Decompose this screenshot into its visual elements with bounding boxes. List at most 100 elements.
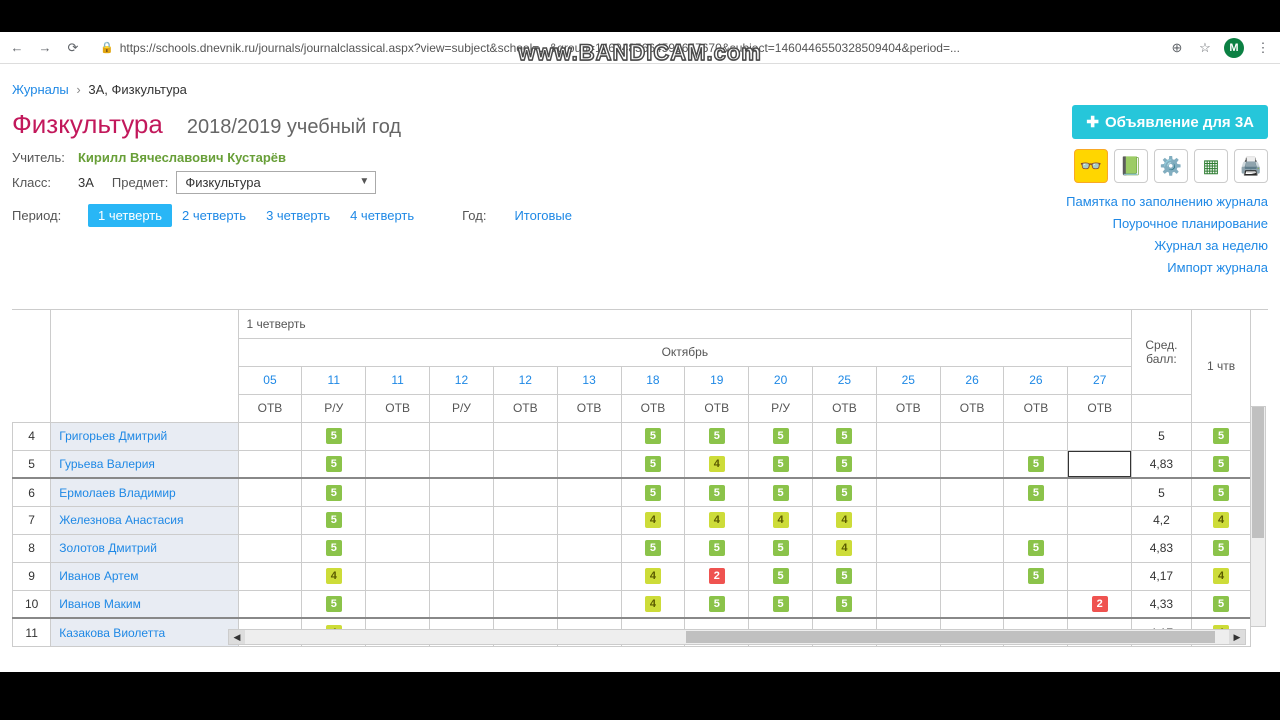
vertical-scrollbar[interactable] xyxy=(1250,406,1266,627)
date-header[interactable]: 26 xyxy=(940,366,1004,394)
final-cell[interactable]: 4 xyxy=(1191,562,1251,590)
zoom-icon[interactable]: ⊕ xyxy=(1168,39,1186,57)
horizontal-scrollbar[interactable]: ◀ ▶ xyxy=(228,629,1246,645)
grade-cell[interactable] xyxy=(366,590,430,618)
date-header[interactable]: 27 xyxy=(1068,366,1132,394)
grade-cell[interactable]: 4 xyxy=(621,562,685,590)
grade-cell[interactable]: 5 xyxy=(749,422,813,450)
gears-icon[interactable]: ⚙️ xyxy=(1154,149,1188,183)
final-cell[interactable]: 5 xyxy=(1191,478,1251,506)
grade-cell[interactable] xyxy=(940,422,1004,450)
grade-cell[interactable]: 2 xyxy=(685,562,749,590)
date-header[interactable]: 26 xyxy=(1004,366,1068,394)
grade-cell[interactable]: 4 xyxy=(621,506,685,534)
help-link-0[interactable]: Памятка по заполнению журнала xyxy=(1066,191,1268,213)
grade-cell[interactable]: 5 xyxy=(302,506,366,534)
student-name[interactable]: Гурьева Валерия xyxy=(51,450,238,478)
period-tab-1[interactable]: 1 четверть xyxy=(88,204,172,227)
grade-cell[interactable]: 5 xyxy=(749,478,813,506)
grade-cell[interactable] xyxy=(1004,590,1068,618)
announcement-button[interactable]: ✚ Объявление для 3А xyxy=(1072,105,1268,139)
grade-cell[interactable]: 5 xyxy=(813,562,877,590)
grade-cell[interactable] xyxy=(876,590,940,618)
grade-cell[interactable]: 5 xyxy=(749,562,813,590)
grade-cell[interactable] xyxy=(1068,450,1132,478)
date-header[interactable]: 19 xyxy=(685,366,749,394)
menu-icon[interactable]: ⋮ xyxy=(1254,39,1272,57)
grade-cell[interactable]: 5 xyxy=(302,534,366,562)
grade-cell[interactable]: 5 xyxy=(621,478,685,506)
grade-cell[interactable] xyxy=(876,506,940,534)
grade-cell[interactable]: 5 xyxy=(749,590,813,618)
grade-cell[interactable]: 4 xyxy=(813,506,877,534)
date-header[interactable]: 25 xyxy=(876,366,940,394)
grade-cell[interactable] xyxy=(430,534,494,562)
grade-cell[interactable] xyxy=(430,506,494,534)
grade-cell[interactable] xyxy=(1068,478,1132,506)
grade-cell[interactable] xyxy=(238,478,302,506)
grade-cell[interactable] xyxy=(366,534,430,562)
student-name[interactable]: Казакова Виолетта xyxy=(51,618,238,646)
grade-cell[interactable]: 5 xyxy=(302,450,366,478)
help-link-2[interactable]: Журнал за неделю xyxy=(1066,235,1268,257)
final-cell[interactable]: 5 xyxy=(1191,422,1251,450)
grade-cell[interactable] xyxy=(430,562,494,590)
grade-cell[interactable]: 5 xyxy=(685,422,749,450)
grade-cell[interactable] xyxy=(430,422,494,450)
grade-cell[interactable] xyxy=(557,590,621,618)
grade-cell[interactable] xyxy=(366,478,430,506)
grade-cell[interactable] xyxy=(493,562,557,590)
grade-cell[interactable]: 4 xyxy=(813,534,877,562)
date-header[interactable]: 18 xyxy=(621,366,685,394)
grade-cell[interactable]: 4 xyxy=(621,590,685,618)
grade-cell[interactable] xyxy=(876,562,940,590)
book-icon[interactable]: 📗 xyxy=(1114,149,1148,183)
grade-cell[interactable] xyxy=(876,534,940,562)
grade-cell[interactable]: 5 xyxy=(685,478,749,506)
date-header[interactable]: 12 xyxy=(493,366,557,394)
student-name[interactable]: Ермолаев Владимир xyxy=(51,478,238,506)
grade-cell[interactable] xyxy=(366,450,430,478)
grade-cell[interactable]: 5 xyxy=(1004,534,1068,562)
grade-cell[interactable] xyxy=(238,450,302,478)
grade-cell[interactable] xyxy=(557,450,621,478)
grade-cell[interactable] xyxy=(876,450,940,478)
grade-cell[interactable]: 5 xyxy=(621,450,685,478)
date-header[interactable]: 11 xyxy=(366,366,430,394)
grade-cell[interactable] xyxy=(940,450,1004,478)
grade-cell[interactable] xyxy=(493,450,557,478)
grade-cell[interactable]: 4 xyxy=(685,506,749,534)
print-icon[interactable]: 🖨️ xyxy=(1234,149,1268,183)
student-name[interactable]: Железнова Анастасия xyxy=(51,506,238,534)
grade-cell[interactable] xyxy=(238,590,302,618)
grade-cell[interactable] xyxy=(238,422,302,450)
date-header[interactable]: 25 xyxy=(813,366,877,394)
grade-cell[interactable]: 4 xyxy=(302,562,366,590)
grade-cell[interactable]: 5 xyxy=(685,534,749,562)
grade-cell[interactable]: 5 xyxy=(302,478,366,506)
grade-cell[interactable]: 5 xyxy=(749,534,813,562)
grade-cell[interactable] xyxy=(940,478,1004,506)
grade-cell[interactable] xyxy=(493,478,557,506)
grade-cell[interactable] xyxy=(557,534,621,562)
date-header[interactable]: 11 xyxy=(302,366,366,394)
grade-cell[interactable] xyxy=(1068,534,1132,562)
grade-cell[interactable]: 5 xyxy=(1004,478,1068,506)
grade-cell[interactable]: 5 xyxy=(621,422,685,450)
reload-icon[interactable]: ⟳ xyxy=(64,39,82,57)
grade-cell[interactable] xyxy=(238,562,302,590)
grade-cell[interactable] xyxy=(1068,506,1132,534)
grade-cell[interactable] xyxy=(366,422,430,450)
date-header[interactable]: 05 xyxy=(238,366,302,394)
grade-cell[interactable] xyxy=(557,422,621,450)
grade-cell[interactable] xyxy=(940,506,1004,534)
grade-cell[interactable] xyxy=(430,478,494,506)
date-header[interactable]: 20 xyxy=(749,366,813,394)
grade-cell[interactable] xyxy=(940,534,1004,562)
grade-cell[interactable] xyxy=(557,478,621,506)
grade-cell[interactable]: 4 xyxy=(749,506,813,534)
grade-cell[interactable] xyxy=(876,422,940,450)
grade-cell[interactable] xyxy=(1004,422,1068,450)
grade-cell[interactable] xyxy=(366,562,430,590)
back-icon[interactable]: ← xyxy=(8,39,26,57)
